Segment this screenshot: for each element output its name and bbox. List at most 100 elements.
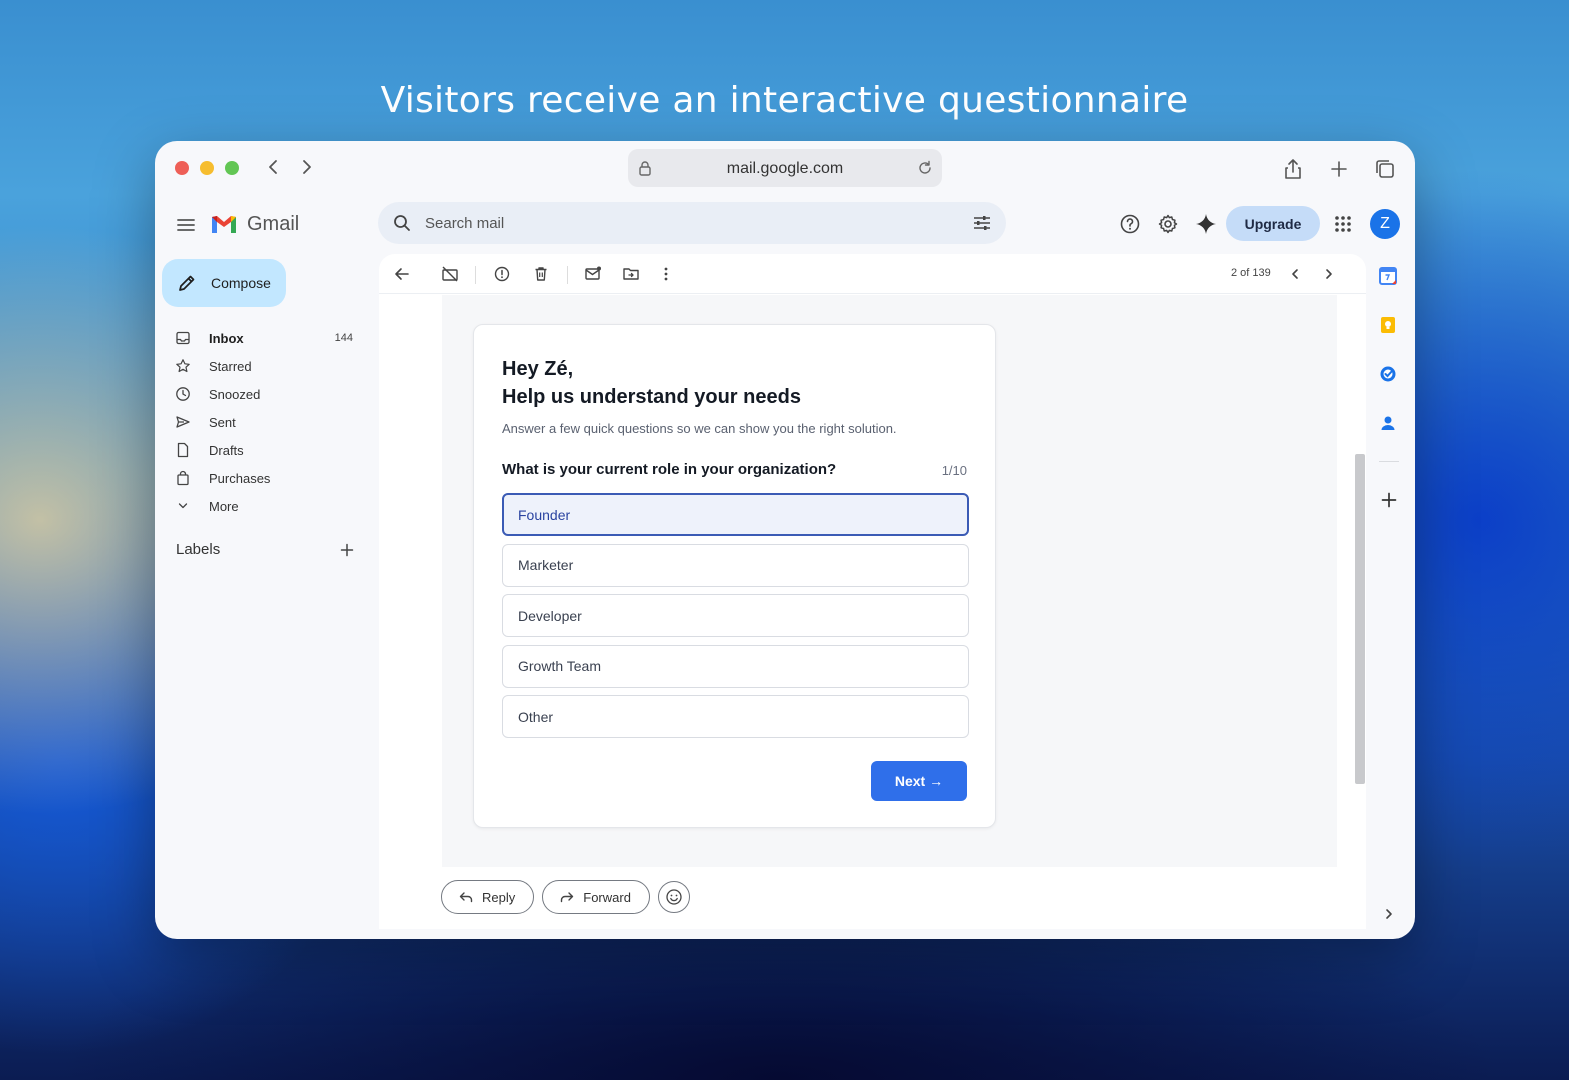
toolbar-divider <box>567 266 568 284</box>
sidebar-item-label: More <box>209 498 239 514</box>
reload-icon[interactable] <box>916 159 934 177</box>
reply-arrow-icon <box>459 892 473 903</box>
greeting-heading: Hey Zé, Help us understand your needs <box>502 355 801 411</box>
report-spam-icon[interactable] <box>492 264 512 284</box>
sidebar-item-label: Drafts <box>209 442 244 458</box>
greeting-line: Hey Zé, <box>502 358 574 380</box>
message-toolbar: 2 of 139 <box>379 254 1366 294</box>
search-bar <box>378 202 1006 244</box>
url-text: mail.google.com <box>726 160 844 177</box>
forward-button[interactable]: Forward <box>542 880 650 914</box>
reply-button[interactable]: Reply <box>441 880 535 914</box>
sidebar-item-label: Purchases <box>209 470 271 486</box>
greeting-subheading: Help us understand your needs <box>502 386 801 408</box>
emoji-reaction-button[interactable] <box>657 881 690 913</box>
inbox-count: 144 <box>334 332 353 344</box>
search-input[interactable] <box>425 202 945 244</box>
settings-gear-icon[interactable] <box>1156 212 1180 236</box>
apps-grid-icon[interactable] <box>1331 212 1355 236</box>
option-other[interactable]: Other <box>502 695 969 738</box>
help-icon[interactable] <box>1118 212 1142 236</box>
chevron-down-icon <box>178 503 188 509</box>
back-chevron-icon[interactable] <box>263 157 283 177</box>
account-avatar[interactable]: Z <box>1370 209 1400 239</box>
side-panel-apps <box>1377 265 1399 434</box>
window-controls <box>175 161 239 175</box>
search-options-icon[interactable] <box>972 213 992 233</box>
pagination-count: 2 of 139 <box>1231 267 1271 279</box>
address-bar[interactable]: mail.google.com <box>628 149 942 187</box>
compose-label: Compose <box>211 275 271 291</box>
contacts-icon[interactable] <box>1377 412 1399 434</box>
move-to-folder-icon[interactable] <box>621 264 641 284</box>
calendar-icon[interactable] <box>1377 265 1399 287</box>
forward-chevron-icon[interactable] <box>297 157 317 177</box>
sidebar-item-drafts[interactable]: Drafts <box>175 436 357 464</box>
clock-icon <box>176 387 190 401</box>
share-icon[interactable] <box>1281 157 1305 181</box>
pencil-icon <box>179 275 195 291</box>
next-button[interactable]: Next → <box>871 761 967 801</box>
toolbar-divider <box>475 266 476 284</box>
bag-icon <box>177 470 189 486</box>
draft-icon <box>177 442 189 458</box>
zoom-window-button[interactable] <box>225 161 239 175</box>
header-actions <box>1118 212 1218 236</box>
sidebar-item-starred[interactable]: Starred <box>175 352 357 380</box>
inbox-icon <box>176 331 190 345</box>
sidebar-item-more[interactable]: More <box>175 492 357 520</box>
search-icon[interactable] <box>392 213 412 233</box>
close-window-button[interactable] <box>175 161 189 175</box>
option-marketer[interactable]: Marketer <box>502 543 969 587</box>
side-panel-divider <box>1379 461 1399 462</box>
tabs-overview-icon[interactable] <box>1373 157 1397 181</box>
answer-options: Founder Marketer Developer Growth Team O… <box>502 493 969 746</box>
minimize-window-button[interactable] <box>200 161 214 175</box>
option-developer[interactable]: Developer <box>502 594 969 637</box>
browser-actions <box>1281 157 1397 181</box>
compose-button[interactable]: Compose <box>162 259 286 307</box>
newer-chevron-icon[interactable] <box>1285 264 1305 284</box>
older-chevron-icon[interactable] <box>1319 264 1339 284</box>
forward-label: Forward <box>583 889 631 905</box>
get-addons-plus-icon[interactable] <box>1380 491 1398 509</box>
labels-heading: Labels <box>176 541 221 558</box>
sidebar-item-purchases[interactable]: Purchases <box>175 464 357 492</box>
keep-icon[interactable] <box>1377 314 1399 336</box>
question-text: What is your current role in your organi… <box>502 461 837 478</box>
sidebar-item-label: Inbox <box>209 330 244 346</box>
mark-unread-icon[interactable] <box>583 264 603 284</box>
message-scrollbar[interactable] <box>1355 454 1365 784</box>
upgrade-button[interactable]: Upgrade <box>1226 206 1320 241</box>
reply-label: Reply <box>482 889 516 905</box>
sidebar-item-snoozed[interactable]: Snoozed <box>175 380 357 408</box>
questionnaire-subtitle: Answer a few quick questions so we can s… <box>502 421 897 436</box>
show-side-panel-chevron-icon[interactable] <box>1382 907 1396 921</box>
main-menu-icon[interactable] <box>175 214 197 236</box>
send-icon <box>176 416 190 428</box>
sidebar-nav: Inbox 144 Starred Snoozed Sent Drafts Pu… <box>175 324 357 520</box>
archive-off-icon[interactable] <box>440 264 460 284</box>
tasks-icon[interactable] <box>1377 363 1399 385</box>
delete-trash-icon[interactable] <box>531 264 551 284</box>
smiley-icon <box>666 889 682 905</box>
browser-toolbar: mail.google.com <box>155 141 1415 197</box>
sidebar-item-label: Sent <box>209 414 236 430</box>
add-label-plus-icon[interactable] <box>339 542 355 558</box>
gmail-wordmark: Gmail <box>247 213 300 235</box>
sidebar-item-sent[interactable]: Sent <box>175 408 357 436</box>
new-tab-icon[interactable] <box>1327 157 1351 181</box>
gemini-sparkle-icon[interactable] <box>1194 212 1218 236</box>
back-arrow-icon[interactable] <box>392 264 412 284</box>
sidebar-item-inbox[interactable]: Inbox 144 <box>175 324 357 352</box>
forward-arrow-icon <box>561 892 574 903</box>
more-vert-icon[interactable] <box>656 264 676 284</box>
headline: Visitors receive an interactive question… <box>380 80 1189 121</box>
message-actions: Reply Forward <box>441 880 690 914</box>
gmail-logo-icon <box>212 216 236 233</box>
question-progress: 1/10 <box>941 463 967 478</box>
option-growth-team[interactable]: Growth Team <box>502 644 969 688</box>
star-icon <box>176 359 190 373</box>
history-nav <box>263 157 317 177</box>
option-founder[interactable]: Founder <box>502 493 969 536</box>
